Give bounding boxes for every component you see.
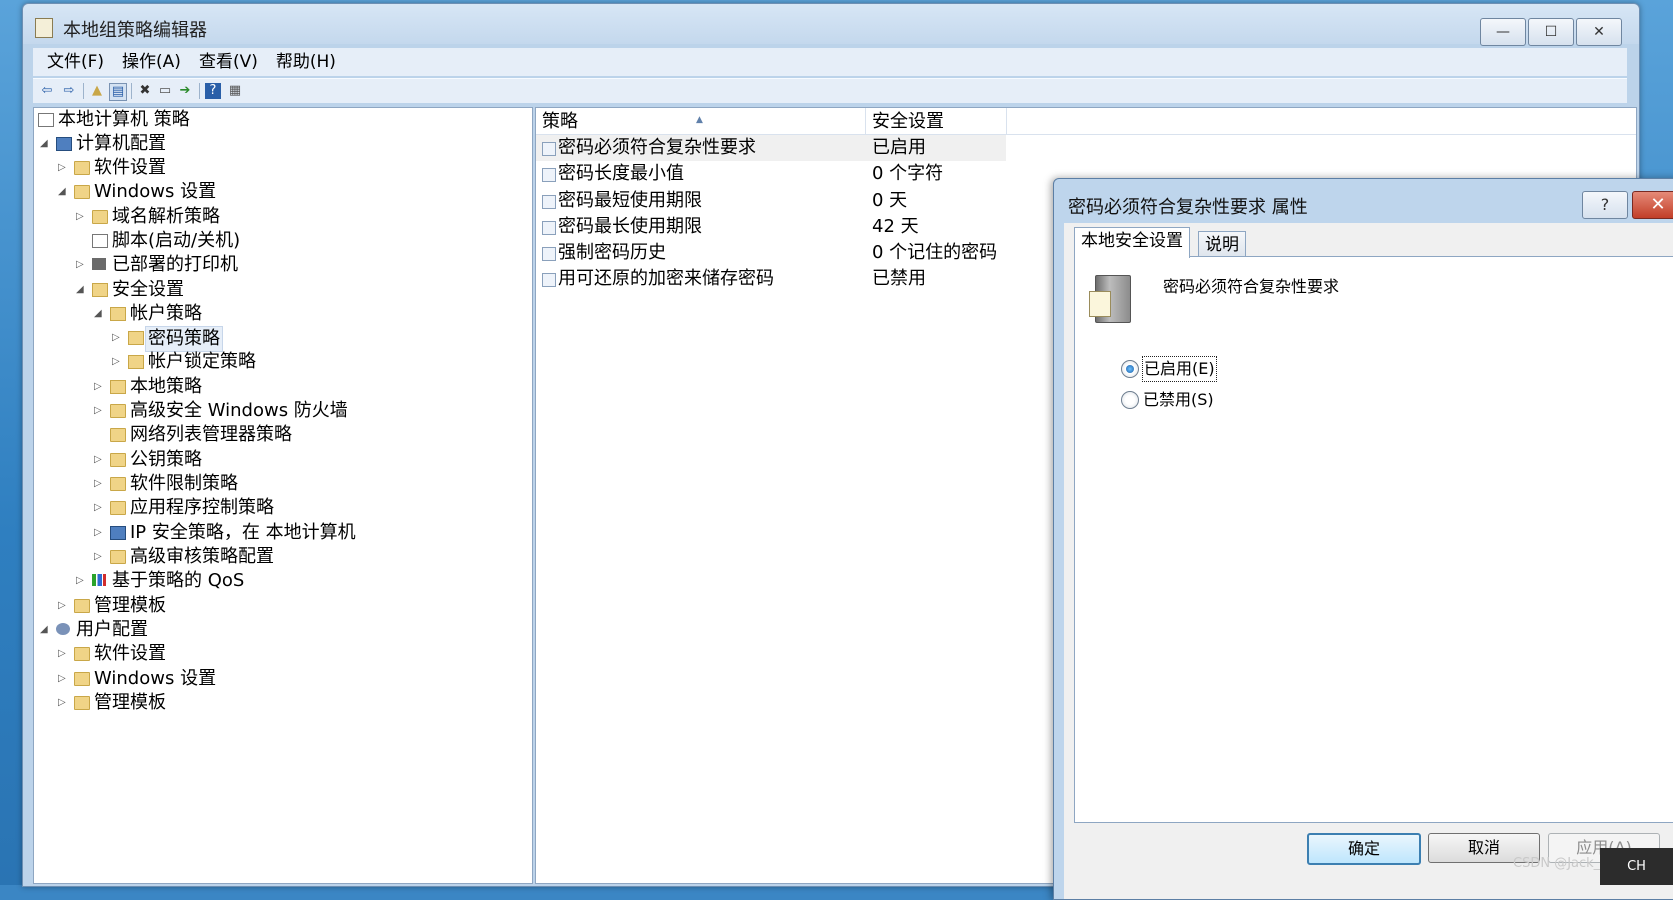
- list-row[interactable]: 密码最短使用期限 0 天: [536, 188, 1006, 214]
- collapse-arrow-icon[interactable]: ▷: [58, 667, 68, 691]
- collapse-arrow-icon[interactable]: ▷: [76, 253, 86, 277]
- folder-icon: [110, 404, 126, 418]
- list-row[interactable]: 密码长度最小值 0 个字符: [536, 161, 1006, 187]
- menu-bar: 文件(F) 操作(A) 查看(V) 帮助(H): [33, 48, 1627, 76]
- export-list-icon[interactable]: ➔: [177, 83, 193, 99]
- folder-icon: [74, 672, 90, 686]
- collapse-arrow-icon[interactable]: ▷: [76, 569, 86, 593]
- policy-name: 密码必须符合复杂性要求: [1163, 277, 1340, 296]
- ime-indicator[interactable]: CH: [1600, 848, 1673, 885]
- collapse-arrow-icon[interactable]: ▷: [94, 375, 104, 399]
- close-window-button[interactable]: ✕: [1576, 18, 1622, 46]
- maximize-button[interactable]: ☐: [1528, 18, 1574, 46]
- dialog-help-button[interactable]: ?: [1582, 191, 1628, 219]
- back-arrow-icon[interactable]: ⇦: [39, 83, 55, 99]
- column-header-policy[interactable]: ▲ 策略: [536, 108, 866, 134]
- sort-ascending-icon: ▲: [696, 115, 703, 125]
- collapse-arrow-icon[interactable]: ▷: [58, 156, 68, 180]
- lock-folder-icon: [128, 331, 144, 345]
- column-header-setting[interactable]: 安全设置: [866, 108, 1007, 134]
- expand-arrow-icon[interactable]: ◢: [76, 278, 86, 302]
- up-folder-icon[interactable]: ▲: [89, 83, 105, 99]
- policy-document-icon: [38, 113, 54, 127]
- menu-help[interactable]: 帮助(H): [272, 48, 340, 76]
- tab-panel: 密码必须符合复杂性要求 已启用(E) 已禁用(S): [1074, 256, 1673, 823]
- tab-local-security-setting[interactable]: 本地安全设置: [1074, 227, 1190, 258]
- folder-icon: [74, 185, 90, 199]
- computer-icon: [56, 137, 72, 151]
- folder-icon: [110, 550, 126, 564]
- radio-selected-icon: [1121, 360, 1139, 378]
- folder-icon: [74, 161, 90, 175]
- dialog-close-button[interactable]: ✕: [1632, 191, 1673, 219]
- policy-item-icon: [542, 168, 556, 182]
- collapse-arrow-icon[interactable]: ▷: [76, 205, 86, 229]
- bar-chart-icon: [92, 574, 106, 586]
- collapse-arrow-icon[interactable]: ▷: [94, 448, 104, 472]
- policy-editor-app-icon: [35, 18, 53, 38]
- radio-unselected-icon: [1121, 391, 1139, 409]
- properties-icon[interactable]: ▭: [157, 83, 173, 99]
- folder-icon: [74, 696, 90, 710]
- folder-icon: [74, 599, 90, 613]
- dialog-body: 本地安全设置 说明 密码必须符合复杂性要求 已启用(E) 已禁用(S) 确定 取…: [1064, 223, 1673, 899]
- expand-arrow-icon[interactable]: ◢: [94, 302, 104, 326]
- list-row[interactable]: 密码最长使用期限 42 天: [536, 214, 1006, 240]
- ipsec-icon: [110, 526, 126, 540]
- policy-item-icon: [542, 195, 556, 209]
- list-row[interactable]: 密码必须符合复杂性要求 已启用: [536, 135, 1006, 161]
- lock-folder-icon: [128, 355, 144, 369]
- menu-action[interactable]: 操作(A): [118, 48, 185, 76]
- minimize-button[interactable]: —: [1480, 18, 1526, 46]
- list-row[interactable]: 强制密码历史 0 个记住的密码: [536, 240, 1006, 266]
- folder-icon: [110, 453, 126, 467]
- help-icon[interactable]: ?: [205, 83, 221, 99]
- folder-icon: [110, 477, 126, 491]
- printer-icon: [92, 258, 106, 270]
- list-row[interactable]: 用可还原的加密来储存密码 已禁用: [536, 266, 1006, 292]
- menu-file[interactable]: 文件(F): [43, 48, 108, 76]
- window-title: 本地组策略编辑器: [63, 20, 207, 41]
- collapse-arrow-icon[interactable]: ▷: [94, 472, 104, 496]
- ok-button[interactable]: 确定: [1307, 833, 1421, 865]
- collapse-arrow-icon[interactable]: ▷: [94, 521, 104, 545]
- folder-icon: [110, 428, 126, 442]
- view-icon[interactable]: ▦: [227, 83, 243, 99]
- expand-arrow-icon[interactable]: ◢: [58, 180, 68, 204]
- policy-item-icon: [542, 142, 556, 156]
- script-icon: [92, 234, 108, 248]
- policy-item-icon: [542, 273, 556, 287]
- user-icon: [56, 623, 70, 635]
- toolbar: ⇦ ⇨ ▲ ▤ ✖ ▭ ➔ ? ▦: [33, 78, 1627, 103]
- expand-arrow-icon[interactable]: ◢: [40, 618, 50, 642]
- lock-folder-icon: [110, 307, 126, 321]
- collapse-arrow-icon[interactable]: ▷: [58, 642, 68, 666]
- title-bar[interactable]: 本地组策略编辑器 — ☐ ✕: [23, 4, 1639, 46]
- list-header: ▲ 策略 安全设置: [536, 108, 1636, 135]
- dialog-title: 密码必须符合复杂性要求 属性: [1068, 197, 1308, 218]
- folder-icon: [110, 501, 126, 515]
- tab-explain[interactable]: 说明: [1198, 231, 1246, 258]
- collapse-arrow-icon[interactable]: ▷: [112, 326, 122, 350]
- menu-view[interactable]: 查看(V): [195, 48, 262, 76]
- collapse-arrow-icon[interactable]: ▷: [58, 594, 68, 618]
- lock-folder-icon: [110, 380, 126, 394]
- collapse-arrow-icon[interactable]: ▷: [94, 496, 104, 520]
- forward-arrow-icon[interactable]: ⇨: [61, 83, 77, 99]
- policy-item-icon: [542, 247, 556, 261]
- delete-icon[interactable]: ✖: [137, 83, 153, 99]
- collapse-arrow-icon[interactable]: ▷: [94, 399, 104, 423]
- collapse-arrow-icon[interactable]: ▷: [94, 545, 104, 569]
- show-hide-tree-icon[interactable]: ▤: [109, 83, 127, 101]
- folder-icon: [74, 647, 90, 661]
- properties-dialog: 密码必须符合复杂性要求 属性 ? ✕ 本地安全设置 说明 密码必须符合复杂性要求…: [1053, 178, 1673, 900]
- collapse-arrow-icon[interactable]: ▷: [112, 350, 122, 374]
- security-folder-icon: [92, 283, 108, 297]
- collapse-arrow-icon[interactable]: ▷: [58, 691, 68, 715]
- expand-arrow-icon[interactable]: ◢: [40, 132, 50, 156]
- policy-item-icon: [542, 221, 556, 235]
- policy-tree-pane: 本地计算机 策略 ◢ 计算机配置 ▷ 软件设置 ◢ Windows 设置 ▷ 域…: [33, 107, 533, 884]
- folder-icon: [92, 210, 108, 224]
- policy-document-icon: [1089, 291, 1111, 317]
